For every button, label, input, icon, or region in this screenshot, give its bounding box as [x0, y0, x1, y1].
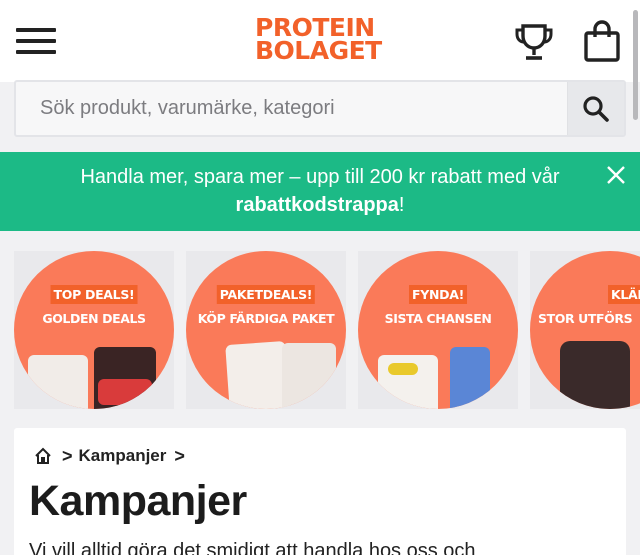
- logo[interactable]: PROTEIN BOLAGET: [255, 15, 385, 65]
- search-icon: [583, 95, 609, 122]
- deal-subtitle: GOLDEN DEALS: [42, 311, 146, 326]
- deal-tag: FYNDA!: [408, 285, 468, 304]
- home-icon[interactable]: [34, 447, 52, 465]
- deal-card-paketdeals[interactable]: PAKETDEALS! KÖP FÄRDIGA PAKET: [186, 251, 346, 409]
- product-label: [98, 379, 152, 405]
- product-label: [388, 363, 418, 375]
- deal-tag: TOP DEALS!: [50, 285, 138, 304]
- logo-line-2: BOLAGET: [255, 36, 382, 65]
- banner-link[interactable]: rabattkodstrappa: [236, 194, 399, 216]
- header: PROTEIN BOLAGET: [0, 0, 640, 82]
- product-image: [282, 343, 336, 409]
- close-icon[interactable]: [604, 163, 628, 187]
- intro-text: Vi vill alltid göra det smidigt att hand…: [29, 540, 476, 555]
- deal-tag: PAKETDEALS!: [216, 285, 316, 304]
- scrollbar[interactable]: [633, 10, 638, 120]
- content-card: > Kampanjer > Kampanjer Vi vill alltid g…: [14, 428, 626, 555]
- product-image: [450, 347, 490, 409]
- deals-carousel: TOP DEALS! GOLDEN DEALS PAKETDEALS! KÖP …: [0, 231, 640, 422]
- breadcrumb-separator: >: [62, 445, 73, 466]
- deal-card-fynda[interactable]: FYNDA! SISTA CHANSEN: [358, 251, 518, 409]
- deal-tag: KLÄDRE: [608, 285, 640, 304]
- deal-circle: [14, 251, 174, 409]
- product-image: [560, 341, 630, 409]
- banner-text: Handla mer, spara mer – upp till 200 kr …: [80, 166, 560, 188]
- breadcrumb-item-kampanjer[interactable]: Kampanjer: [79, 446, 167, 466]
- trophy-icon[interactable]: [514, 23, 554, 63]
- hamburger-menu-icon[interactable]: [16, 28, 56, 56]
- deal-card-kladrea[interactable]: KLÄDRE STOR UTFÖRS: [530, 251, 640, 409]
- product-image: [225, 341, 291, 409]
- deal-subtitle: KÖP FÄRDIGA PAKET: [197, 311, 335, 326]
- search-input[interactable]: [16, 82, 569, 135]
- deal-circle: [530, 251, 640, 409]
- search-bar: [14, 80, 626, 137]
- product-image: [28, 355, 88, 409]
- deal-subtitle: STOR UTFÖRS: [538, 311, 633, 326]
- shopping-bag-icon[interactable]: [583, 19, 621, 63]
- deal-circle: [186, 251, 346, 409]
- breadcrumb-separator: >: [174, 445, 185, 466]
- deal-circle: [358, 251, 518, 409]
- banner-text-end: !: [398, 194, 405, 216]
- deal-card-top-deals[interactable]: TOP DEALS! GOLDEN DEALS: [14, 251, 174, 409]
- search-button[interactable]: [567, 82, 624, 135]
- deal-subtitle: SISTA CHANSEN: [384, 311, 492, 326]
- page-title: Kampanjer: [29, 477, 247, 525]
- promo-banner: Handla mer, spara mer – upp till 200 kr …: [0, 152, 640, 231]
- breadcrumb: > Kampanjer >: [34, 446, 191, 466]
